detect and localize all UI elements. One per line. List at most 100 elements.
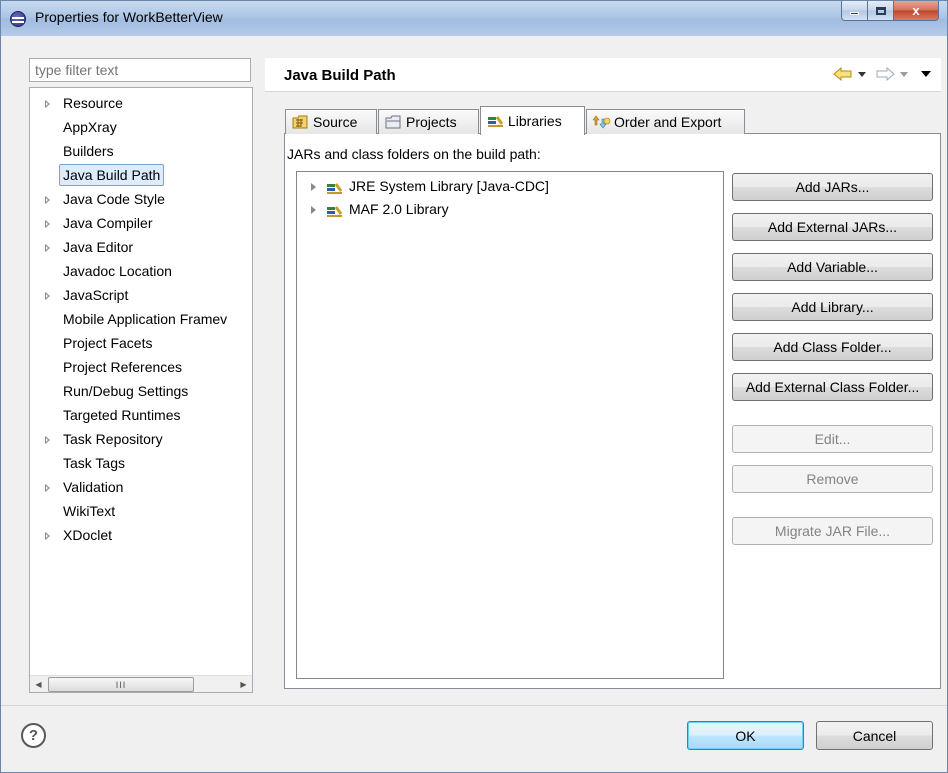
maximize-icon xyxy=(875,6,886,15)
tab-source[interactable]: Source xyxy=(285,109,377,134)
sidebar-item-label: XDoclet xyxy=(63,527,113,543)
sidebar-item-label: Mobile Application Framev xyxy=(63,311,228,327)
sidebar-item-mobile-application-framev[interactable]: Mobile Application Framev xyxy=(30,308,252,330)
sidebar-item-java-code-style[interactable]: Java Code Style xyxy=(30,188,252,210)
scroll-right-icon[interactable]: ▶ xyxy=(235,676,252,692)
sidebar-item-builders[interactable]: Builders xyxy=(30,140,252,162)
back-dropdown-icon[interactable] xyxy=(858,71,866,77)
expand-arrow-icon[interactable] xyxy=(45,244,50,252)
sidebar-item-project-references[interactable]: Project References xyxy=(30,356,252,378)
minimize-icon xyxy=(850,12,859,15)
tab-projects[interactable]: Projects xyxy=(378,109,479,134)
sidebar-item-label: Resource xyxy=(63,95,123,111)
list-item[interactable]: JRE System Library [Java-CDC] xyxy=(297,175,723,197)
sidebar-item-label: Builders xyxy=(63,143,114,159)
order-export-icon xyxy=(592,115,611,129)
tab-source-label: Source xyxy=(313,114,358,130)
help-glyph: ? xyxy=(28,727,39,744)
filter-input[interactable] xyxy=(29,58,251,82)
properties-dialog: Properties for WorkBetterView x Resource… xyxy=(0,0,948,773)
libraries-list[interactable]: JRE System Library [Java-CDC] MAF 2.0 Li… xyxy=(296,171,724,679)
sidebar-item-javadoc-location[interactable]: Javadoc Location xyxy=(30,260,252,282)
footer-separator xyxy=(1,705,947,706)
back-arrow-icon[interactable] xyxy=(833,67,853,81)
library-icon xyxy=(487,114,504,128)
eclipse-icon xyxy=(10,11,26,27)
expand-arrow-icon[interactable] xyxy=(45,220,50,228)
sidebar-item-label: Java Compiler xyxy=(63,215,153,231)
expand-arrow-icon[interactable] xyxy=(45,100,50,108)
forward-arrow-icon[interactable] xyxy=(875,67,895,81)
library-label: MAF 2.0 Library xyxy=(349,201,449,217)
sidebar-item-label: Project References xyxy=(63,359,183,375)
ok-button[interactable]: OK xyxy=(687,721,804,750)
sidebar-item-java-editor[interactable]: Java Editor xyxy=(30,236,252,258)
horizontal-scrollbar[interactable]: ◀ III ▶ xyxy=(30,675,252,692)
tab-order-export[interactable]: Order and Export xyxy=(586,109,745,134)
migrate-jar-button[interactable]: Migrate JAR File... xyxy=(732,517,933,545)
sidebar-item-wikitext[interactable]: WikiText xyxy=(30,500,252,522)
sidebar-item-appxray[interactable]: AppXray xyxy=(30,116,252,138)
sidebar-item-label: WikiText xyxy=(63,503,116,519)
view-menu-icon[interactable] xyxy=(921,71,931,77)
add-class-folder-button[interactable]: Add Class Folder... xyxy=(732,333,933,361)
expand-arrow-icon[interactable] xyxy=(45,484,50,492)
sidebar-item-javascript[interactable]: JavaScript xyxy=(30,284,252,306)
add-library-button[interactable]: Add Library... xyxy=(732,293,933,321)
library-icon xyxy=(326,179,344,194)
cancel-button[interactable]: Cancel xyxy=(816,721,933,750)
sidebar-item-label: Run/Debug Settings xyxy=(63,383,189,399)
sidebar-item-label: JavaScript xyxy=(63,287,129,303)
sidebar-item-label: Java Build Path xyxy=(59,164,165,186)
history-nav xyxy=(833,67,931,81)
project-folder-icon xyxy=(385,115,401,129)
add-variable-button[interactable]: Add Variable... xyxy=(732,253,933,281)
edit-button[interactable]: Edit... xyxy=(732,425,933,453)
page-title: Java Build Path xyxy=(284,67,396,84)
sidebar-item-label: Project Facets xyxy=(63,335,153,351)
scroll-thumb[interactable]: III xyxy=(48,677,194,692)
libraries-list-label: JARs and class folders on the build path… xyxy=(287,146,541,162)
page-header: Java Build Path xyxy=(265,58,941,92)
sidebar-item-java-compiler[interactable]: Java Compiler xyxy=(30,212,252,234)
window-title: Properties for WorkBetterView xyxy=(35,9,223,25)
expand-arrow-icon[interactable] xyxy=(45,436,50,444)
remove-button[interactable]: Remove xyxy=(732,465,933,493)
expand-arrow-icon[interactable] xyxy=(311,183,316,191)
add-jars-button[interactable]: Add JARs... xyxy=(732,173,933,201)
sidebar-item-label: Validation xyxy=(63,479,124,495)
forward-dropdown-icon[interactable] xyxy=(900,71,908,77)
scroll-grip-icon: III xyxy=(115,679,127,690)
sidebar-item-validation[interactable]: Validation xyxy=(30,476,252,498)
sidebar-item-targeted-runtimes[interactable]: Targeted Runtimes xyxy=(30,404,252,426)
expand-arrow-icon[interactable] xyxy=(311,206,316,214)
title-bar[interactable]: Properties for WorkBetterView x xyxy=(1,1,947,36)
sidebar-item-resource[interactable]: Resource xyxy=(30,92,252,114)
sidebar-item-run-debug-settings[interactable]: Run/Debug Settings xyxy=(30,380,252,402)
sidebar-item-label: Javadoc Location xyxy=(63,263,172,279)
property-tree[interactable]: Resource AppXray Builders Java Build Path Ja… xyxy=(29,87,253,693)
sidebar-item-java-build-path[interactable]: Java Build Path xyxy=(30,164,252,186)
add-external-jars-button[interactable]: Add External JARs... xyxy=(732,213,933,241)
tab-projects-label: Projects xyxy=(406,114,457,130)
minimize-button[interactable] xyxy=(841,1,868,21)
expand-arrow-icon[interactable] xyxy=(45,532,50,540)
expand-arrow-icon[interactable] xyxy=(45,196,50,204)
add-external-class-folder-button[interactable]: Add External Class Folder... xyxy=(732,373,933,401)
list-item[interactable]: MAF 2.0 Library xyxy=(297,198,723,220)
maximize-button[interactable] xyxy=(868,1,894,21)
sidebar-item-xdoclet[interactable]: XDoclet xyxy=(30,524,252,546)
sidebar-item-task-tags[interactable]: Task Tags xyxy=(30,452,252,474)
expand-arrow-icon[interactable] xyxy=(45,292,50,300)
scroll-left-icon[interactable]: ◀ xyxy=(30,676,47,692)
help-icon[interactable]: ? xyxy=(21,723,46,748)
sidebar-item-project-facets[interactable]: Project Facets xyxy=(30,332,252,354)
sidebar-item-label: Task Tags xyxy=(63,455,125,471)
close-button[interactable]: x xyxy=(894,1,939,21)
sidebar-item-task-repository[interactable]: Task Repository xyxy=(30,428,252,450)
caption-buttons: x xyxy=(841,1,939,21)
tab-libraries[interactable]: Libraries xyxy=(480,106,585,135)
sidebar-item-label: Targeted Runtimes xyxy=(63,407,181,423)
sidebar-item-label: Java Editor xyxy=(63,239,134,255)
sidebar-item-label: Task Repository xyxy=(63,431,163,447)
